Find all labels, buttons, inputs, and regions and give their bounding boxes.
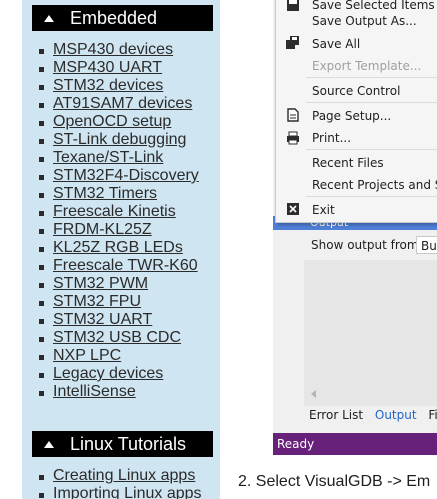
tab-error-list[interactable]: Error List [309,408,363,422]
sidebar-list-item: Creating Linux apps [35,467,202,485]
sidebar-link[interactable]: STM32 FPU [53,293,141,310]
sidebar-link[interactable]: STM32F4-Discovery [53,167,199,184]
sidebar-list-item: MSP430 devices [35,41,199,59]
visual-studio-window: Output Show output from: Bui Error List … [273,0,437,455]
tab-output[interactable]: Output [375,408,417,422]
sidebar-list-item: NXP LPC [35,347,199,365]
collapse-triangle-icon[interactable] [44,440,54,448]
linux-link-list: Creating Linux apps Importing Linux apps [35,467,202,499]
menu-separator [306,77,437,78]
sidebar-list-item: STM32 PWM [35,275,199,293]
menu-item-recent-files[interactable]: Recent Files [312,156,384,170]
menu-separator [306,196,437,197]
sidebar-link[interactable]: STM32 PWM [53,275,148,292]
section-header-linux-tutorials[interactable]: Linux Tutorials [32,431,213,457]
sidebar-list-item: STM32 Timers [35,185,199,203]
save-icon [287,0,299,11]
sidebar-list-item: IntelliSense [35,383,199,401]
bottom-tab-strip: Error List Output Find [309,408,437,422]
print-icon [287,131,299,145]
sidebar-link[interactable]: Creating Linux apps [53,467,195,484]
menu-item-recent-projects[interactable]: Recent Projects and Solutions [312,178,437,192]
sidebar-list-item: ST-Link debugging [35,131,199,149]
sidebar-list-item: STM32 USB CDC [35,329,199,347]
section-title: Embedded [70,7,158,28]
sidebar-list-item: STM32 FPU [35,293,199,311]
sidebar-list-item: MSP430 UART [35,59,199,77]
sidebar-list-item: Legacy devices [35,365,199,383]
sidebar-link[interactable]: OpenOCD setup [53,113,171,130]
sidebar-list-item: Freescale TWR-K60 [35,257,199,275]
sidebar-list-item: STM32F4-Discovery [35,167,199,185]
embedded-link-list: MSP430 devices MSP430 UART STM32 devices AT… [35,41,199,401]
collapse-triangle-icon[interactable] [44,14,54,22]
sidebar-link[interactable]: ST-Link debugging [53,131,186,148]
sidebar-list-item: Texane/ST-Link [35,149,199,167]
sidebar-list-item: STM32 UART [35,311,199,329]
file-menu-dropdown: Save Selected Items Save Output As... Sa… [275,0,437,223]
show-output-label: Show output from: [311,238,423,252]
page-setup-icon [287,108,299,122]
sidebar-link[interactable]: STM32 UART [53,311,152,328]
sidebar-link[interactable]: KL25Z RGB LEDs [53,239,183,256]
show-output-select[interactable]: Bui [416,236,437,254]
sidebar-list-item: OpenOCD setup [35,113,199,131]
sidebar-link[interactable]: Texane/ST-Link [53,149,163,166]
status-bar: Ready [273,433,437,455]
sidebar-link[interactable]: Legacy devices [53,365,163,382]
menu-separator [306,102,437,103]
exit-icon [287,203,299,215]
menu-item-save-selected-items[interactable]: Save Selected Items [312,0,435,12]
sidebar-list-item: Freescale Kinetis [35,203,199,221]
sidebar-link[interactable]: Freescale TWR-K60 [53,257,198,274]
sidebar-list-item: AT91SAM7 devices [35,95,199,113]
menu-item-export-template[interactable]: Export Template... [312,59,421,73]
sidebar-link[interactable]: IntelliSense [53,383,136,400]
section-header-embedded[interactable]: Embedded [32,5,213,31]
menu-item-save-all[interactable]: Save All [312,37,360,51]
section-title: Linux Tutorials [70,433,187,454]
sidebar-list-item: Importing Linux apps [35,485,202,499]
tab-find[interactable]: Find [428,408,437,422]
sidebar: Embedded MSP430 devices MSP430 UART STM32 … [22,0,220,499]
sidebar-link[interactable]: AT91SAM7 devices [53,95,192,112]
sidebar-link[interactable]: Freescale Kinetis [53,203,176,220]
output-text-area[interactable] [304,260,437,406]
menu-item-source-control[interactable]: Source Control [312,84,400,98]
sidebar-link[interactable]: FRDM-KL25Z [53,221,152,238]
menu-separator [306,149,437,150]
sidebar-link[interactable]: STM32 devices [53,77,163,94]
sidebar-link[interactable]: STM32 USB CDC [53,329,181,346]
sidebar-link[interactable]: MSP430 UART [53,59,162,76]
sidebar-link[interactable]: Importing Linux apps [53,485,202,499]
scroll-left-icon[interactable] [311,390,316,398]
menu-item-page-setup[interactable]: Page Setup... [312,109,391,123]
sidebar-list-item: KL25Z RGB LEDs [35,239,199,257]
menu-item-exit[interactable]: Exit [312,203,335,217]
menu-item-print[interactable]: Print... [312,131,351,145]
menu-item-save-output-as[interactable]: Save Output As... [312,14,417,28]
sidebar-list-item: FRDM-KL25Z [35,221,199,239]
save-all-icon [286,36,299,49]
sidebar-link[interactable]: STM32 Timers [53,185,157,202]
sidebar-link[interactable]: MSP430 devices [53,41,173,58]
instruction-step: 2. Select VisualGDB -> Em [238,473,431,490]
sidebar-link[interactable]: NXP LPC [53,347,121,364]
sidebar-list-item: STM32 devices [35,77,199,95]
